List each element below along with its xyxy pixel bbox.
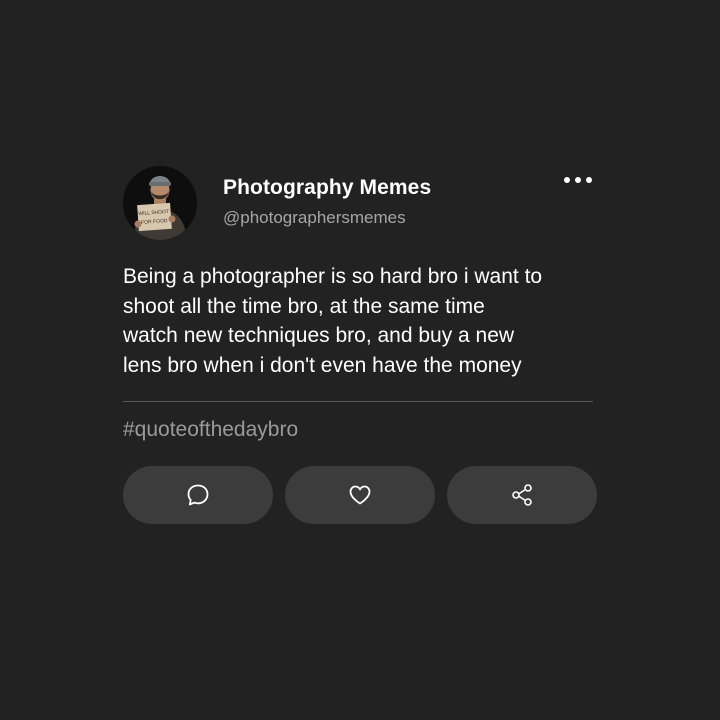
action-bar [123,466,597,524]
heart-icon [349,485,371,505]
avatar-photo: WILL SHOOT FOR FOOD [123,166,197,240]
hashtag[interactable]: #quoteofthedaybro [123,418,298,442]
more-options-button[interactable] [561,168,595,192]
comment-button[interactable] [123,466,273,524]
avatar[interactable]: WILL SHOOT FOR FOOD [123,166,197,240]
post-text: Being a photographer is so hard bro i wa… [123,265,543,377]
like-button[interactable] [285,466,435,524]
divider [123,401,593,402]
more-options-icon [564,177,592,183]
author-handle[interactable]: @photographersmemes [223,208,406,228]
share-icon [512,484,532,506]
comment-icon [187,484,209,506]
author-name[interactable]: Photography Memes [223,176,431,200]
share-button[interactable] [447,466,597,524]
